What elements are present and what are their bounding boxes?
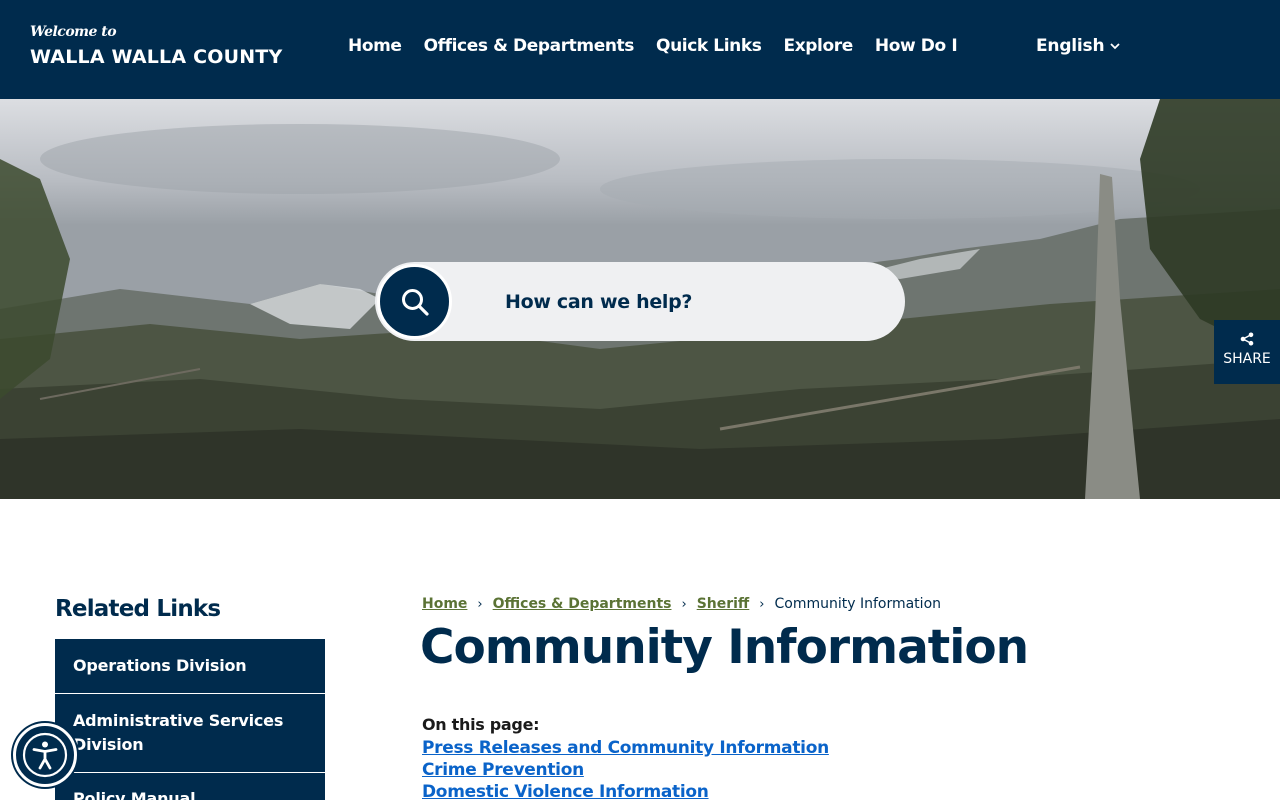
on-this-page-label: On this page: bbox=[422, 715, 540, 734]
related-link-operations-division[interactable]: Operations Division bbox=[55, 639, 325, 694]
related-links-heading: Related Links bbox=[55, 596, 221, 622]
breadcrumb-separator-icon: › bbox=[681, 596, 687, 612]
breadcrumb-offices-departments[interactable]: Offices & Departments bbox=[493, 596, 672, 612]
nav-home[interactable]: Home bbox=[348, 36, 402, 60]
logo-welcome-text: Welcome to bbox=[30, 24, 117, 40]
share-icon bbox=[1240, 332, 1254, 346]
breadcrumb-sheriff[interactable]: Sheriff bbox=[697, 596, 750, 612]
breadcrumb-separator-icon: › bbox=[477, 596, 483, 612]
site-header: Welcome to WALLA WALLA COUNTY Home Offic… bbox=[0, 0, 1280, 99]
page-table-of-contents: Press Releases and Community Information… bbox=[422, 737, 829, 800]
nav-offices-departments[interactable]: Offices & Departments bbox=[424, 36, 635, 60]
related-link-policy-manual[interactable]: Policy Manual bbox=[55, 773, 325, 800]
toc-link-crime-prevention[interactable]: Crime Prevention bbox=[422, 759, 829, 781]
nav-how-do-i[interactable]: How Do I bbox=[875, 36, 958, 60]
nav-quick-links[interactable]: Quick Links bbox=[656, 36, 762, 60]
logo-county-name: WALLA WALLA COUNTY bbox=[30, 46, 283, 68]
page-title: Community Information bbox=[420, 620, 1029, 675]
search-icon bbox=[401, 288, 429, 316]
related-links-list: Operations Division Administrative Servi… bbox=[55, 639, 325, 800]
language-label: English bbox=[1036, 36, 1105, 56]
breadcrumb-current: Community Information bbox=[774, 596, 942, 612]
search-input[interactable] bbox=[505, 288, 865, 316]
main-nav: Home Offices & Departments Quick Links E… bbox=[348, 36, 958, 60]
related-link-administrative-services-division[interactable]: Administrative Services Division bbox=[55, 694, 325, 773]
accessibility-button[interactable] bbox=[13, 723, 77, 787]
search-button[interactable] bbox=[377, 264, 452, 339]
breadcrumb-separator-icon: › bbox=[759, 596, 765, 612]
breadcrumb: Home › Offices & Departments › Sheriff ›… bbox=[422, 596, 941, 612]
share-button[interactable]: SHARE bbox=[1214, 320, 1280, 384]
county-logo[interactable]: Welcome to WALLA WALLA COUNTY bbox=[30, 24, 282, 68]
nav-explore[interactable]: Explore bbox=[784, 36, 854, 60]
toc-link-press-releases[interactable]: Press Releases and Community Information bbox=[422, 737, 829, 759]
toc-link-domestic-violence[interactable]: Domestic Violence Information bbox=[422, 781, 829, 800]
language-selector[interactable]: English bbox=[1036, 36, 1121, 56]
breadcrumb-home[interactable]: Home bbox=[422, 596, 467, 612]
share-label: SHARE bbox=[1223, 351, 1271, 367]
accessibility-icon bbox=[22, 732, 68, 778]
search-bar bbox=[375, 262, 905, 341]
hero-banner bbox=[0, 99, 1280, 499]
chevron-down-icon bbox=[1110, 43, 1121, 50]
